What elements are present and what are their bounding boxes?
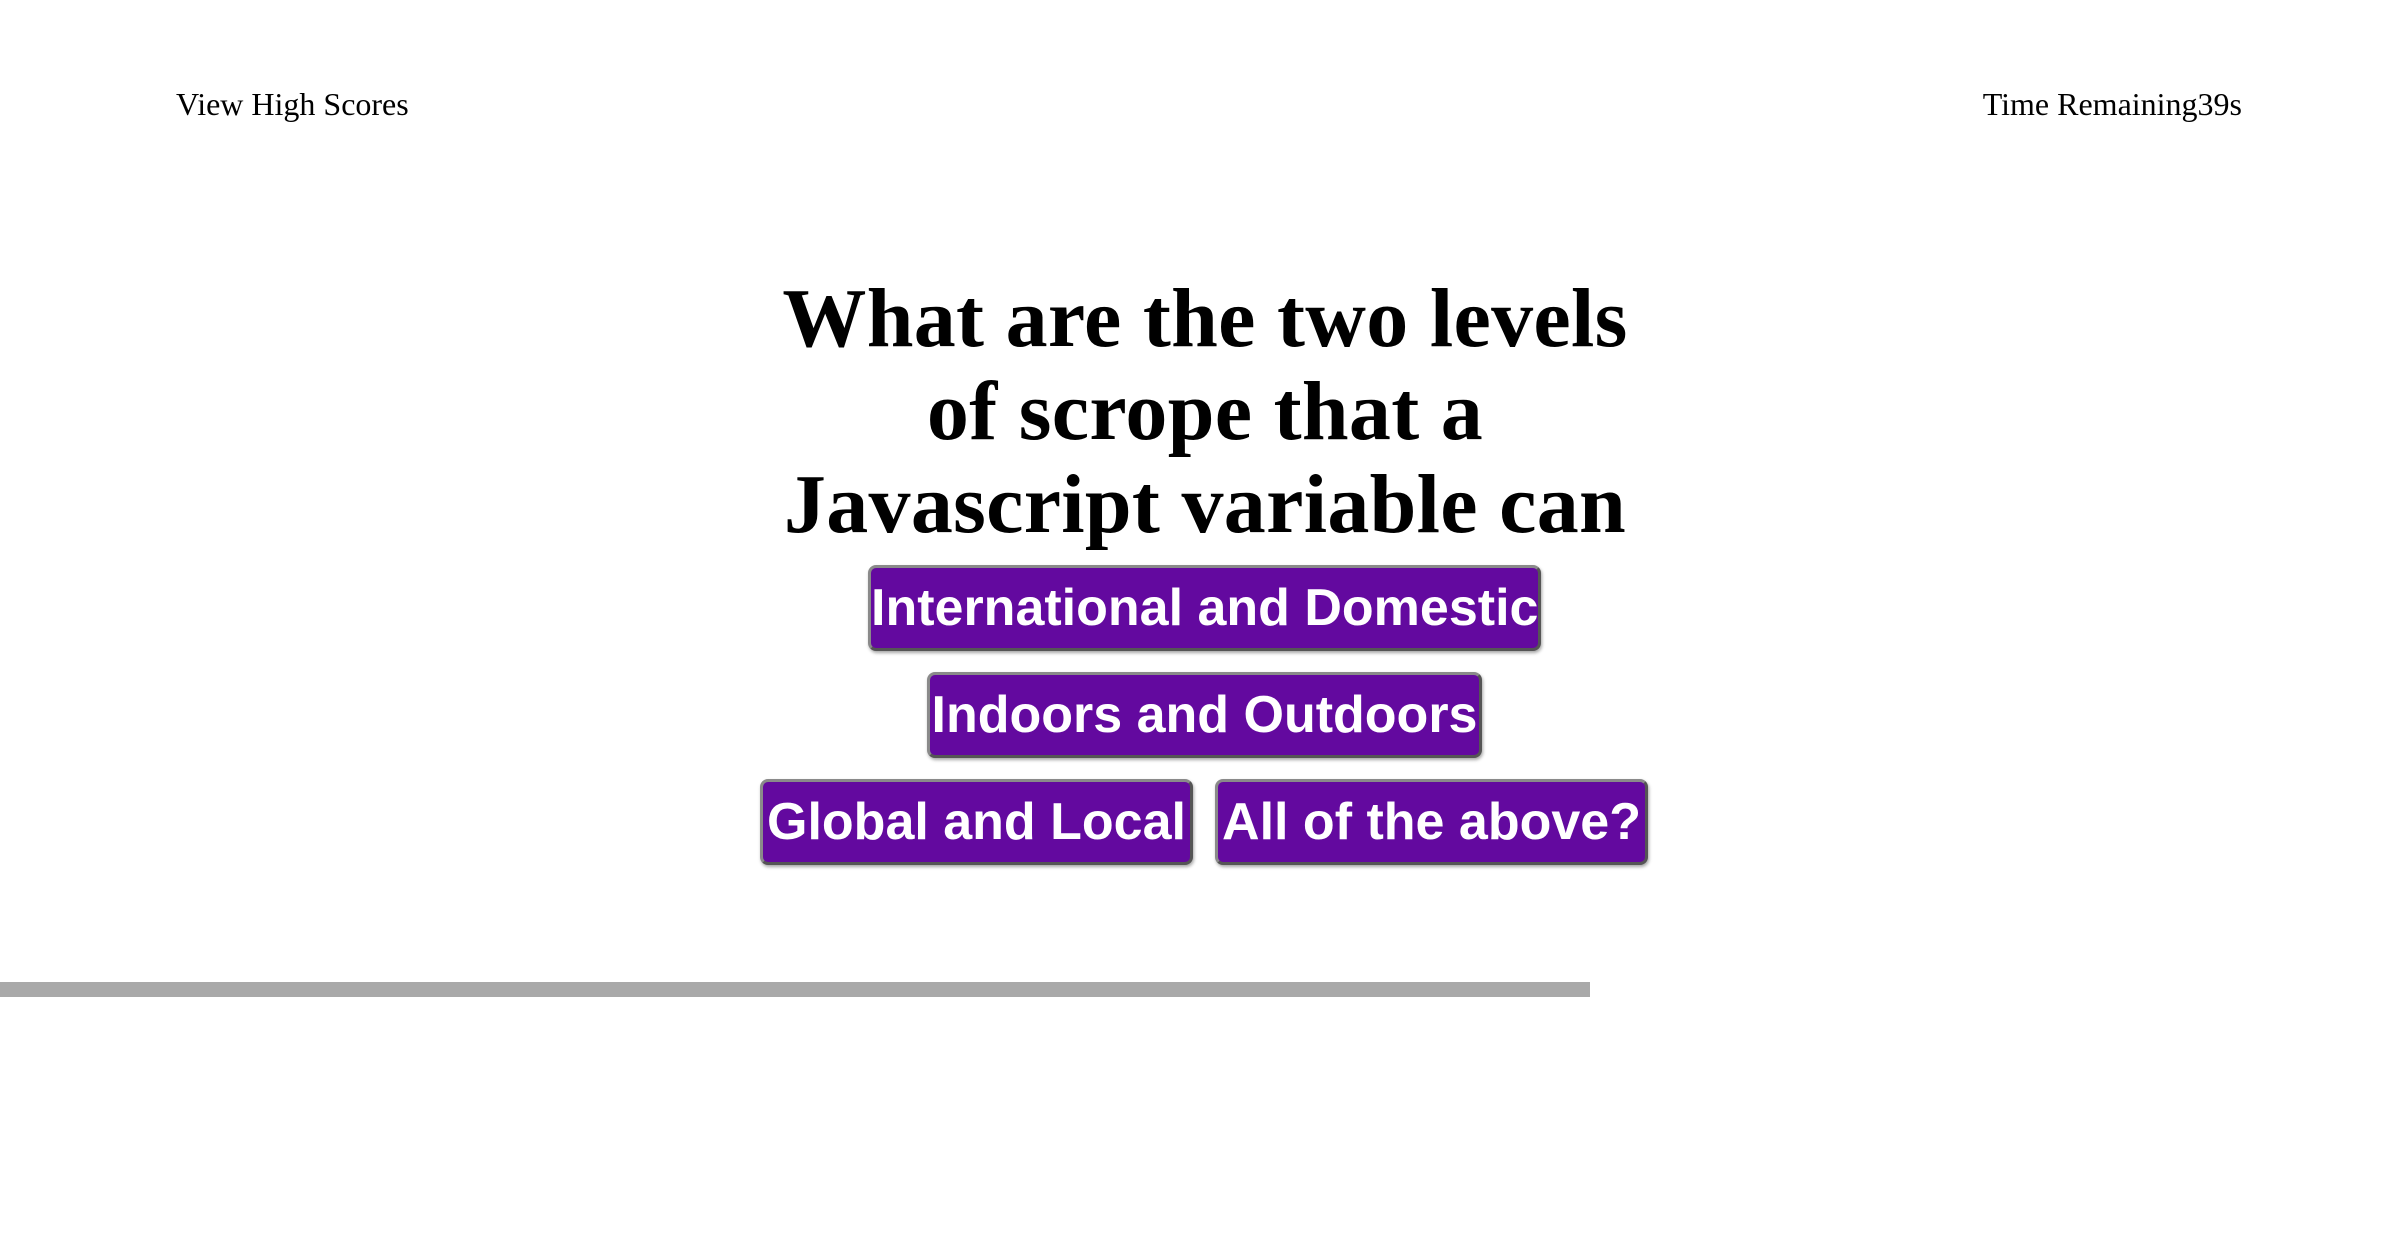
time-remaining: Time Remaining39s: [1983, 84, 2242, 124]
answer-button-indoors-outdoors[interactable]: Indoors and Outdoors: [927, 672, 1482, 758]
timer-label: Time Remaining: [1982, 86, 2198, 122]
timer-value: 39s: [2197, 86, 2242, 122]
answer-button-global-local[interactable]: Global and Local: [760, 779, 1193, 865]
answer-button-all-of-the-above[interactable]: All of the above?: [1215, 779, 1648, 865]
result-divider: [0, 982, 1590, 997]
answer-button-international-domestic[interactable]: International and Domestic: [868, 565, 1541, 651]
view-high-scores-link[interactable]: View High Scores: [176, 84, 409, 124]
